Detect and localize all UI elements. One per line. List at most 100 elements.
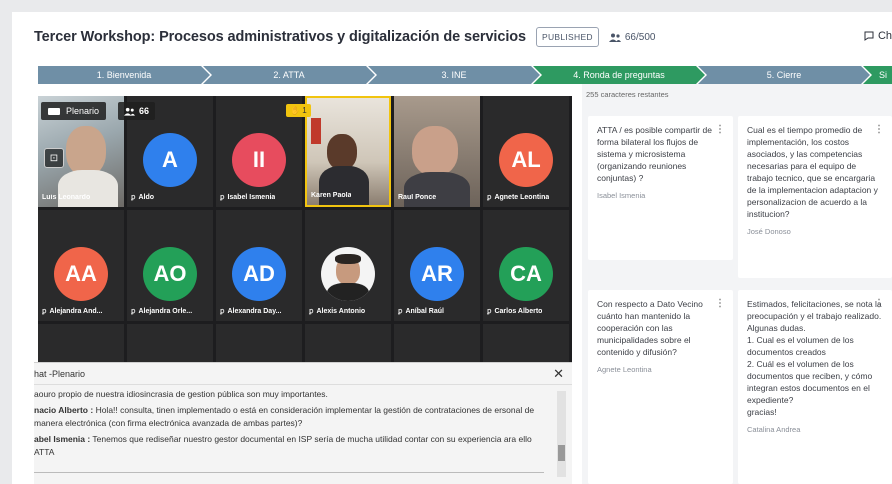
avatar: CA <box>499 247 553 301</box>
participant-name: ꝑ Aldo <box>131 193 155 202</box>
avatar: AD <box>232 247 286 301</box>
participant-name: Raul Ponce <box>398 194 437 201</box>
page-title: Tercer Workshop: Procesos administrativo… <box>34 29 526 45</box>
question-author: Agnete Leontina <box>597 365 652 374</box>
chat-message: aouro propio de nuestra idiosincrasia de… <box>34 389 328 399</box>
stage-label: 3. INE <box>441 70 467 80</box>
participant-tile[interactable] <box>394 324 480 362</box>
participant-tile[interactable]: Raul Ponce <box>394 96 480 207</box>
stage-3[interactable]: 3. INE <box>368 66 540 84</box>
question-text: Cual es el tiempo promedio de implementa… <box>747 125 878 219</box>
question-author: Isabel Ismenia <box>597 191 646 200</box>
people-icon <box>608 33 621 42</box>
stage-5[interactable]: 5. Cierre <box>698 66 870 84</box>
participant-name: ꝑ Carlos Alberto <box>487 307 543 316</box>
question-card[interactable]: ⋮ Estimados, felicitaciones, se nota la … <box>738 290 892 484</box>
participant-count-value: 66 <box>139 106 150 116</box>
participant-tile[interactable]: AA ꝑ Alejandra And... <box>38 210 124 321</box>
question-text: Estimados, felicitaciones, se nota la pr… <box>747 299 882 417</box>
raised-hand-badge: ✋ 1 <box>286 104 311 117</box>
avatar: II <box>232 133 286 187</box>
participant-name: ꝑ Isabel Ismenia <box>220 193 276 202</box>
hand-count: 1 <box>302 106 307 115</box>
stage-label: 1. Bienvenida <box>96 70 152 80</box>
participant-name: ꝑ Alexandra Day... <box>220 307 282 316</box>
more-icon[interactable]: ⋮ <box>715 124 725 135</box>
avatar: AO <box>143 247 197 301</box>
chat-header: hat -Plenario ✕ <box>34 363 572 385</box>
people-icon <box>124 107 135 116</box>
participants-count: 66/500 <box>608 31 656 43</box>
participant-tile[interactable]: Karen Paola <box>305 96 391 207</box>
close-icon[interactable]: ✕ <box>553 366 564 382</box>
participant-tile[interactable]: AO ꝑ Alejandra Orle... <box>127 210 213 321</box>
more-icon[interactable]: ⋮ <box>715 298 725 309</box>
chat-link-label: Ch <box>877 30 892 42</box>
avatar: AA <box>54 247 108 301</box>
participant-tile[interactable]: AL ꝑ Agnete Leontina <box>483 96 569 207</box>
participant-tile[interactable]: AD ꝑ Alexandra Day... <box>216 210 302 321</box>
room-label[interactable]: Plenario <box>41 102 107 120</box>
stage-label: 2. ATTA <box>273 70 305 80</box>
question-text: Con respecto a Dato Vecino cuánto han ma… <box>597 299 703 357</box>
scrollbar-thumb[interactable] <box>558 445 565 461</box>
status-badge: PUBLISHED <box>535 27 599 47</box>
participant-tile[interactable] <box>38 324 124 362</box>
header-bar: Tercer Workshop: Procesos administrativo… <box>12 12 892 62</box>
screen-layout-icon[interactable]: ⊡ <box>44 148 64 168</box>
chat-title: hat -Plenario <box>34 368 86 379</box>
participant-name: ꝑ Aníbal Raúl <box>398 307 444 316</box>
more-icon[interactable]: ⋮ <box>874 298 884 309</box>
question-card[interactable]: ⋮ Cual es el tiempo promedio de implemen… <box>738 116 892 278</box>
mic-muted-icon: ꝑ <box>131 194 136 201</box>
chat-link[interactable]: Ch <box>864 30 892 42</box>
participant-name: Luis Leonardo <box>42 194 91 201</box>
mic-muted-icon: ꝑ <box>487 308 492 315</box>
participants-value: 66/500 <box>624 31 656 43</box>
chat-message: nacio Alberto : Hola!! consulta, tinen i… <box>34 405 535 428</box>
mic-muted-icon: ꝑ <box>398 308 403 315</box>
chat-message: abel Ismenia : Tenemos que rediseñar nue… <box>34 434 532 457</box>
participant-name: ꝑ Alejandra Orle... <box>131 307 193 316</box>
chat-input[interactable] <box>34 472 544 482</box>
stage-4[interactable]: 4. Ronda de preguntas <box>533 66 705 84</box>
participant-tile[interactable] <box>483 324 569 362</box>
participant-tile[interactable] <box>216 324 302 362</box>
char-remaining: 255 caracteres restantes <box>586 90 669 99</box>
stage-label: 4. Ronda de preguntas <box>573 70 665 80</box>
mic-muted-icon: ꝑ <box>309 308 314 315</box>
hand-icon: ✋ <box>290 106 300 115</box>
participant-count-badge[interactable]: 66 <box>118 102 156 120</box>
mic-muted-icon: ꝑ <box>131 308 136 315</box>
stage-2[interactable]: 2. ATTA <box>203 66 375 84</box>
question-card[interactable]: ⋮ Con respecto a Dato Vecino cuánto han … <box>588 290 733 484</box>
participant-tile[interactable] <box>305 324 391 362</box>
video-grid: Luis Leonardo A ꝑ Aldo II ꝑ Isabel Ismenia… <box>38 96 572 362</box>
chat-icon <box>864 31 874 41</box>
camera-feed <box>394 96 480 207</box>
mic-muted-icon: ꝑ <box>42 308 47 315</box>
question-card[interactable]: ⋮ ATTA / es posible compartir de forma b… <box>588 116 733 260</box>
app-window: Tercer Workshop: Procesos administrativo… <box>12 12 892 484</box>
chat-scrollbar[interactable] <box>557 391 566 477</box>
question-text: ATTA / es posible compartir de forma bil… <box>597 125 712 183</box>
question-author: José Donoso <box>747 227 791 236</box>
stage-stepper: 1. Bienvenida 2. ATTA 3. INE 4. Ronda de… <box>38 66 892 84</box>
participant-name: ꝑ Agnete Leontina <box>487 193 550 202</box>
avatar: A <box>143 133 197 187</box>
mic-muted-icon: ꝑ <box>220 194 225 201</box>
participant-tile[interactable]: ꝑ Alexis Antonio <box>305 210 391 321</box>
participant-tile[interactable]: CA ꝑ Carlos Alberto <box>483 210 569 321</box>
participant-tile[interactable]: AR ꝑ Aníbal Raúl <box>394 210 480 321</box>
more-icon[interactable]: ⋮ <box>874 124 884 135</box>
avatar: AR <box>410 247 464 301</box>
mic-muted-icon: ꝑ <box>220 308 225 315</box>
stage-1[interactable]: 1. Bienvenida <box>38 66 210 84</box>
participant-tile[interactable] <box>127 324 213 362</box>
camera-feed <box>307 98 389 205</box>
participant-name: Karen Paola <box>311 192 352 199</box>
question-author: Catalina Andrea <box>747 425 801 434</box>
mic-muted-icon: ꝑ <box>487 194 492 201</box>
profile-photo <box>321 247 375 301</box>
stage-label: Si <box>878 70 887 80</box>
